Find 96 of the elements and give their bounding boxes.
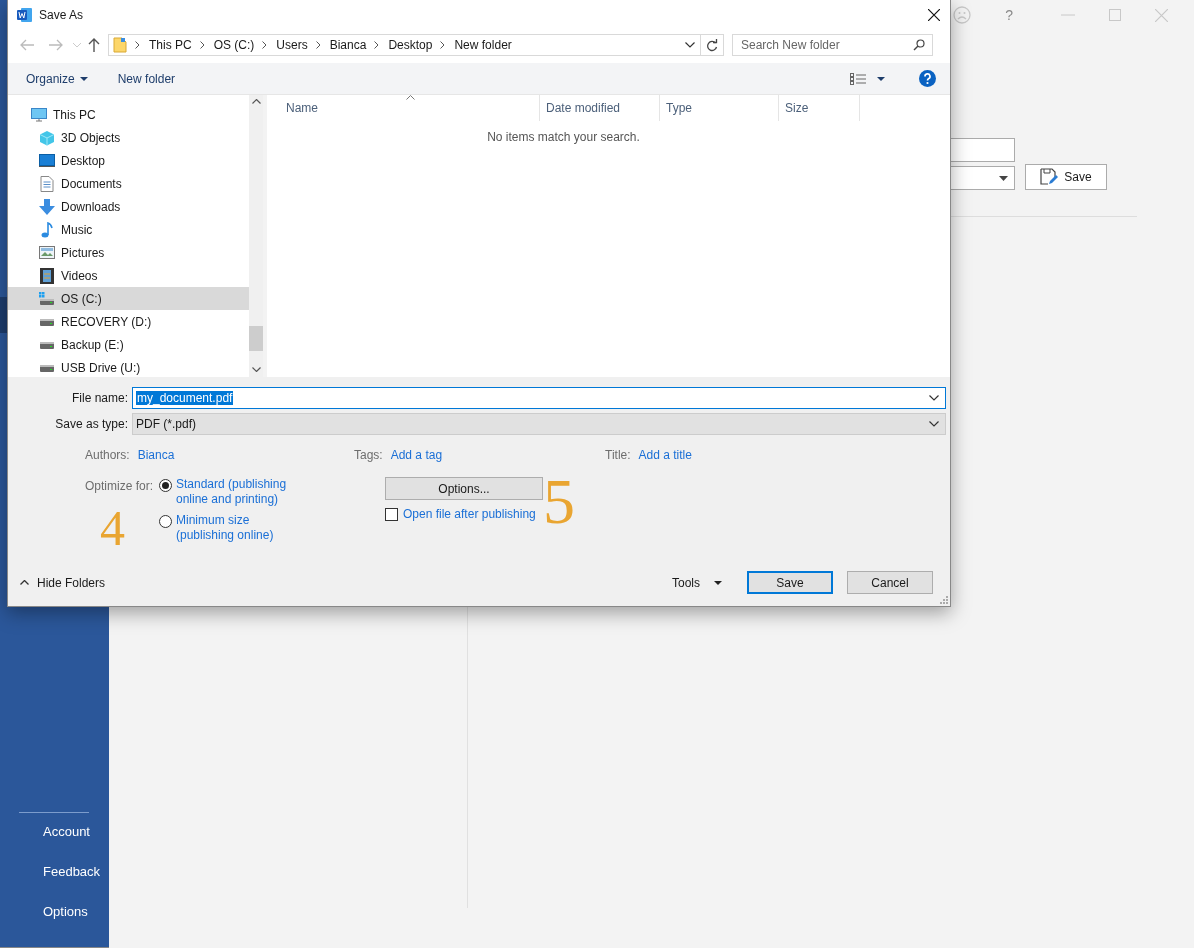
breadcrumb-item[interactable]: New folder [454, 38, 512, 52]
nav-item[interactable]: Account [0, 825, 110, 865]
down-arrow-icon [39, 198, 55, 215]
window-title: Save As [39, 8, 84, 22]
meta-link[interactable]: Add a tag [390, 448, 443, 464]
meta-link[interactable]: Bianca [137, 448, 175, 464]
tree-item[interactable]: USB Drive (U:) [8, 356, 249, 379]
meta-label: Authors: [85, 448, 130, 464]
breadcrumb-item[interactable]: Desktop [388, 38, 433, 52]
search-icon [913, 39, 925, 51]
chevron-up-icon [20, 580, 29, 585]
tree-item[interactable]: 3D Objects [8, 126, 249, 149]
drive-icon [39, 363, 55, 372]
optimize-label: Optimize for: [85, 479, 154, 493]
nav-item[interactable]: Options [0, 905, 110, 947]
column-header[interactable]: Name [267, 95, 540, 121]
chevron-right-icon [199, 41, 205, 49]
chevron-down-icon[interactable] [251, 367, 261, 372]
meta-label: Title: [605, 448, 631, 464]
resize-grip-icon[interactable] [940, 596, 948, 604]
radio-button[interactable] [159, 479, 172, 492]
tree-item[interactable]: Music [8, 218, 249, 241]
tree-item[interactable]: Videos [8, 264, 249, 287]
cancel-button[interactable]: Cancel [847, 571, 933, 594]
tools-menu[interactable]: Tools [666, 574, 728, 591]
nav-item[interactable]: Feedback [0, 865, 110, 905]
new-folder-button[interactable]: New folder [110, 66, 183, 91]
save-pencil-icon [1040, 168, 1059, 186]
save-button[interactable]: Save [747, 571, 833, 594]
radio-label[interactable]: Standard (publishing online and printing) [176, 477, 294, 507]
step-number: 5 [543, 470, 575, 534]
document-icon [39, 175, 55, 192]
column-header[interactable]: Size [779, 95, 860, 121]
hide-folders-button[interactable]: Hide Folders [20, 575, 106, 590]
step-number: 4 [100, 503, 125, 553]
tree-item[interactable]: Downloads [8, 195, 249, 218]
search-field[interactable]: Search New folder [732, 34, 933, 56]
organize-menu[interactable]: Organize [19, 66, 95, 91]
breadcrumb-item[interactable]: Bianca [329, 38, 367, 52]
chevron-down-icon[interactable] [929, 395, 939, 401]
scrollbar-thumb[interactable] [249, 326, 263, 351]
meta-label: Tags: [354, 448, 383, 464]
field-label: Save as type: [54, 417, 129, 431]
up-arrow-icon[interactable] [88, 38, 100, 52]
tree-item[interactable]: Backup (E:) [8, 333, 249, 356]
chevron-down-icon [929, 421, 939, 427]
sort-chevron-icon [406, 95, 415, 100]
caret-icon [79, 76, 88, 81]
tree-item[interactable]: This PC [8, 103, 249, 126]
breadcrumb-item[interactable]: Users [276, 38, 308, 52]
chevron-right-icon [135, 41, 140, 49]
refresh-icon [706, 38, 718, 52]
drive-icon [39, 291, 55, 306]
close-icon[interactable] [928, 9, 940, 21]
tree-item[interactable]: Desktop [8, 149, 249, 172]
column-header[interactable]: Type [660, 95, 779, 121]
file-name-field[interactable]: my_document.pdf [132, 387, 946, 409]
chevron-down-icon[interactable] [685, 42, 695, 48]
folder-icon [113, 37, 127, 53]
chevron-right-icon [374, 41, 380, 49]
chevron-up-icon[interactable] [251, 99, 261, 104]
chevron-right-icon [315, 41, 321, 49]
field-label: File name: [70, 391, 129, 405]
view-list-icon[interactable] [850, 72, 866, 85]
caret-icon [714, 580, 722, 585]
chevron-right-icon [262, 41, 268, 49]
meta-link[interactable]: Add a title [638, 448, 692, 464]
column-header[interactable]: Date modified [540, 95, 660, 121]
cube-icon [39, 129, 55, 146]
tree-item[interactable]: Pictures [8, 241, 249, 264]
desktop-icon [39, 154, 55, 167]
save-button[interactable]: Save [1025, 164, 1108, 190]
tree-item[interactable]: RECOVERY (D:) [8, 310, 249, 333]
caret-icon[interactable] [877, 76, 885, 81]
empty-message: No items match your search. [486, 130, 641, 144]
word-app-icon [17, 7, 33, 23]
music-note-icon [39, 221, 55, 238]
file-type-dropdown[interactable]: PDF (*.pdf) [132, 413, 946, 435]
chevron-right-icon [440, 41, 446, 49]
tree-item[interactable]: Documents [8, 172, 249, 195]
options-button[interactable]: Options... [385, 477, 543, 500]
drive-icon [39, 340, 55, 349]
drive-icon [39, 317, 55, 326]
breadcrumb-item[interactable]: This PC [149, 38, 192, 52]
computer-icon [31, 107, 47, 122]
checkbox[interactable] [385, 507, 398, 521]
picture-icon [39, 246, 55, 259]
address-bar[interactable]: This PC OS (C:) Users Bianca Desktop New folder [108, 34, 724, 56]
breadcrumb-item[interactable]: OS (C:) [213, 38, 255, 52]
radio-label[interactable]: Minimum size (publishing online) [176, 513, 294, 543]
tree-item[interactable]: OS (C:) [8, 287, 249, 310]
help-icon[interactable] [919, 70, 936, 87]
checkbox-label[interactable]: Open file after publishing [403, 507, 536, 521]
caret-icon [999, 175, 1009, 181]
radio-button[interactable] [159, 515, 172, 528]
film-strip-icon [39, 267, 55, 284]
